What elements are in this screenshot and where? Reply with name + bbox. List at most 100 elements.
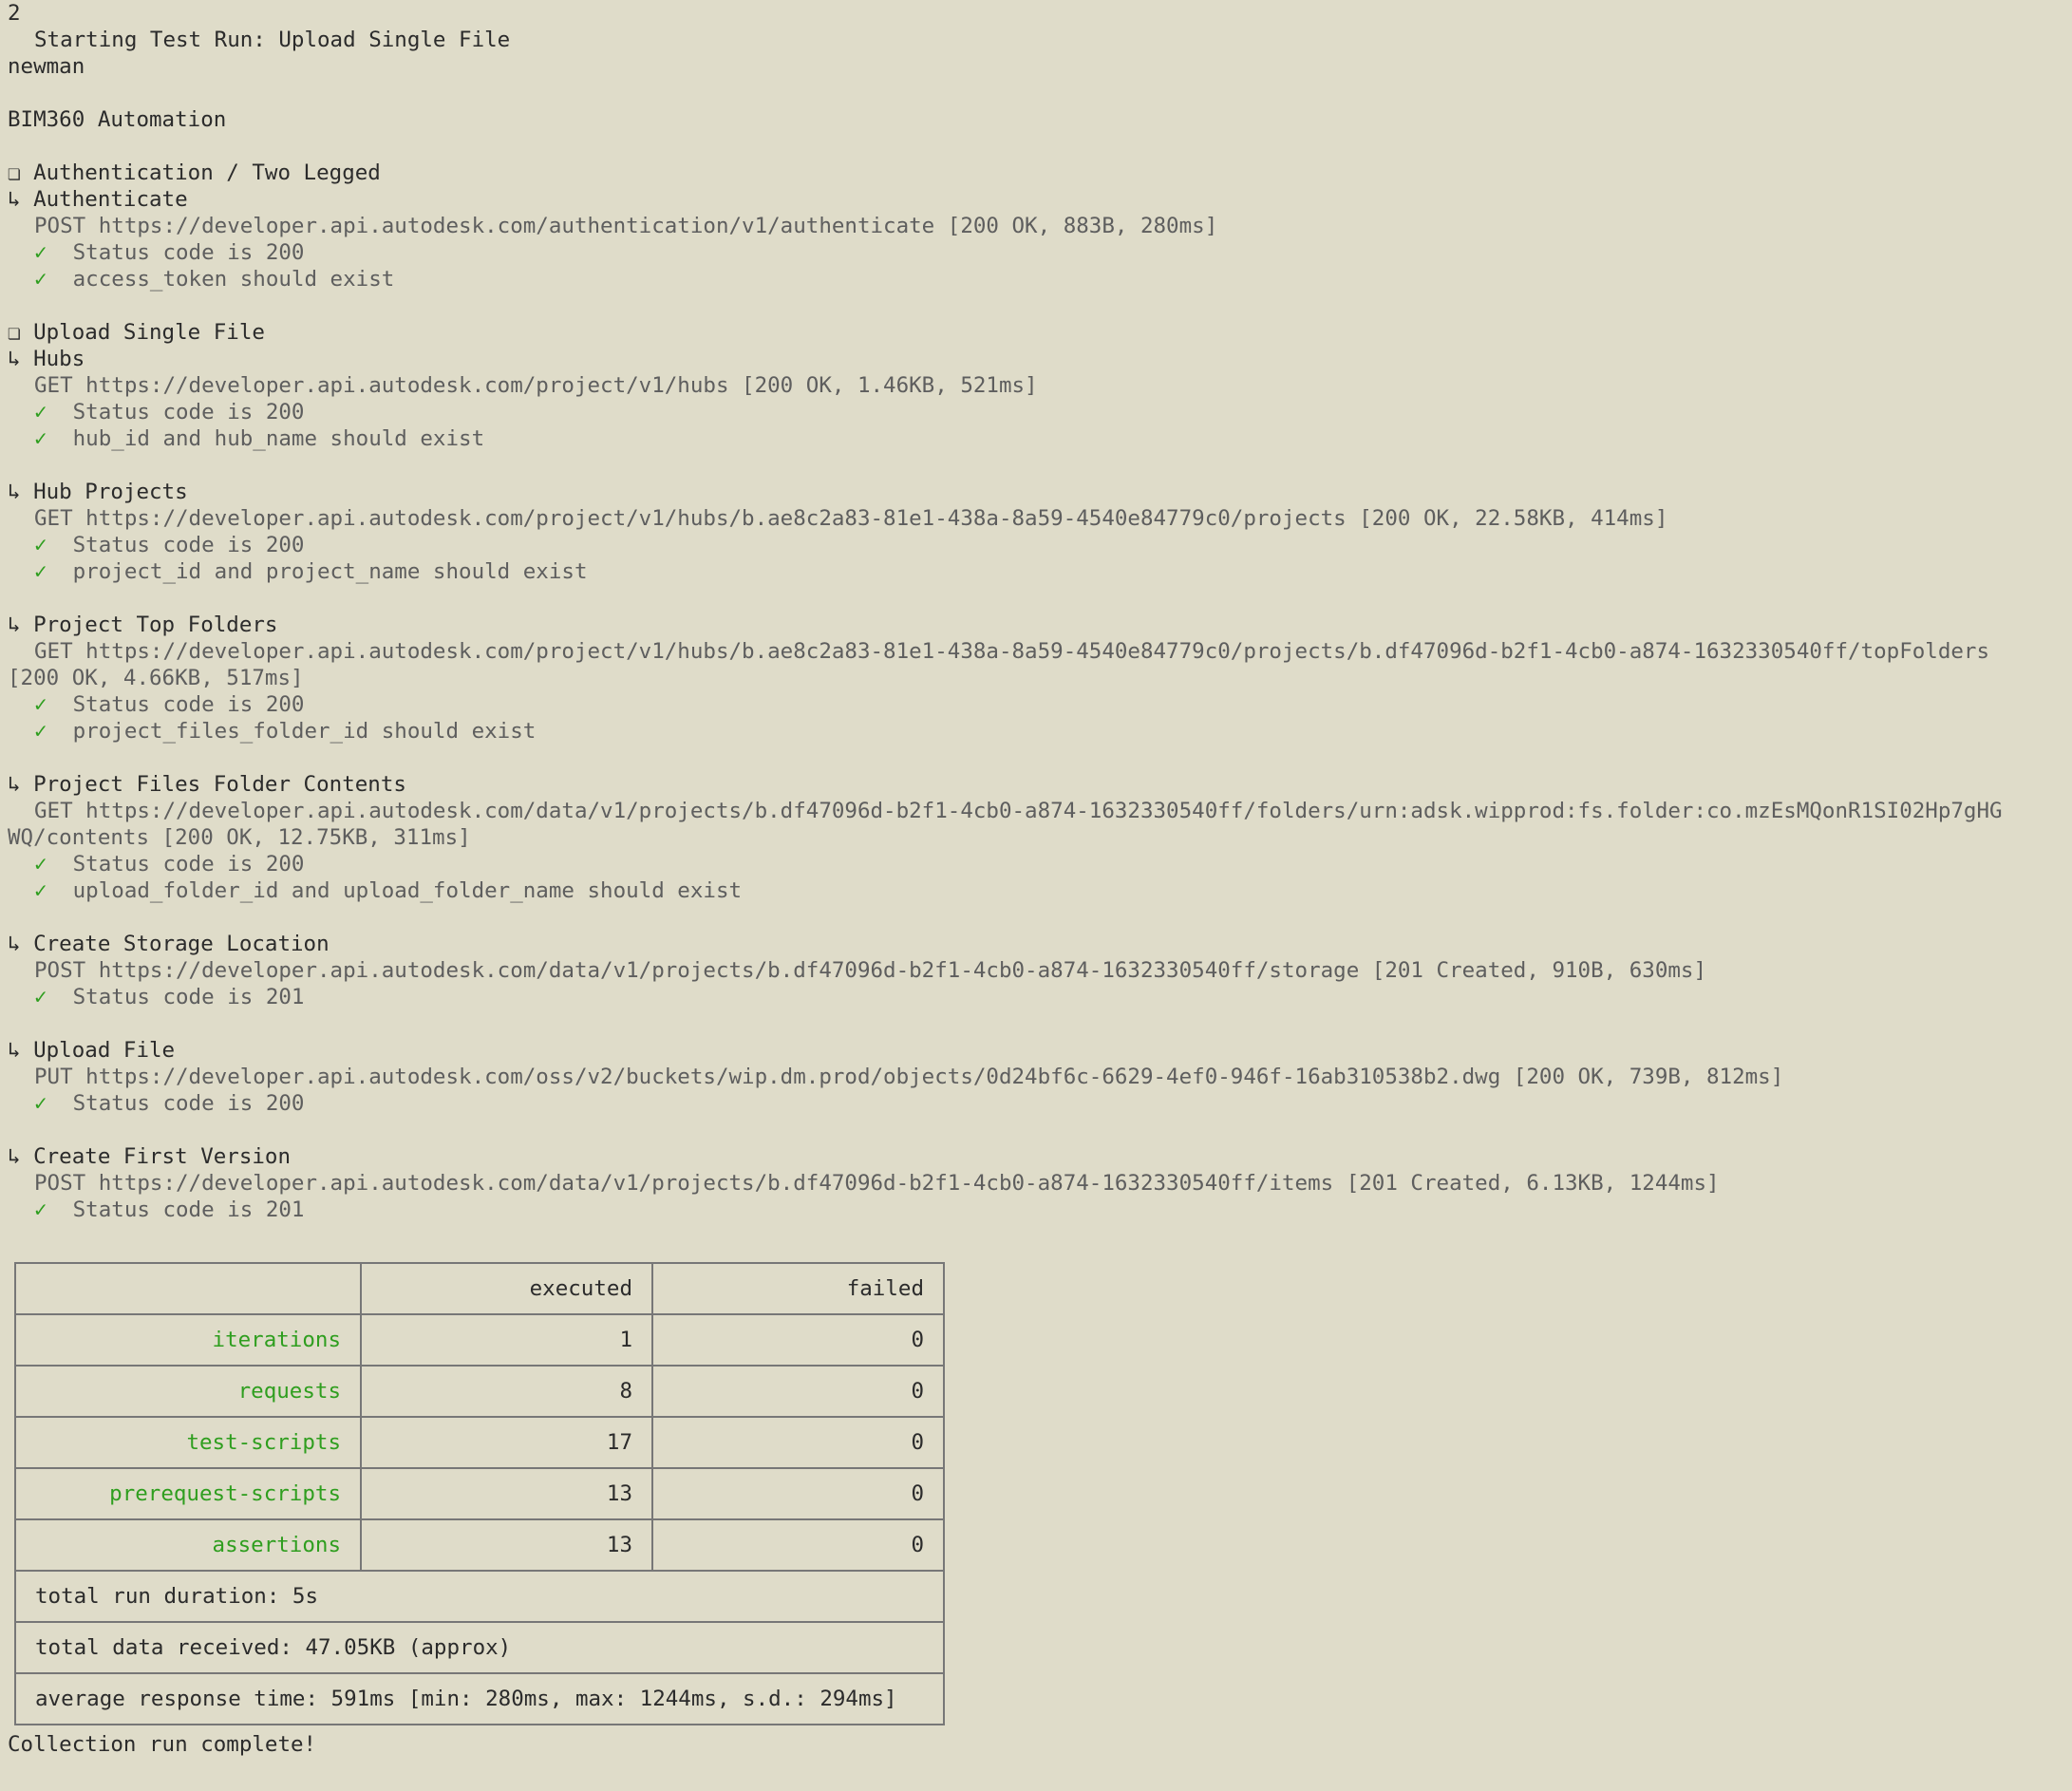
arrow-icon: ↳: [8, 1144, 21, 1169]
arrow-icon: ↳: [8, 772, 21, 797]
summary-row-label: assertions: [14, 1518, 362, 1572]
request-line: GET https://developer.api.autodesk.com/p…: [34, 506, 1668, 531]
request-line: GET https://developer.api.autodesk.com/p…: [34, 639, 1990, 664]
summary-header-cell: failed: [651, 1262, 945, 1315]
check-icon: ✓: [34, 533, 47, 557]
summary-header-row: executed failed: [14, 1262, 945, 1315]
summary-executed: 13: [360, 1467, 653, 1520]
assertion-line: ✓ Status code is 200: [8, 239, 2068, 266]
arrow-icon: ↳: [8, 1038, 21, 1063]
request-name: ↳ Hubs: [8, 346, 2068, 372]
summary-footer-row: average response time: 591ms [min: 280ms…: [14, 1672, 945, 1725]
request-line: GET https://developer.api.autodesk.com/d…: [34, 799, 2003, 823]
request-label: Hubs: [20, 347, 85, 371]
summary-row: test-scripts 17 0: [14, 1416, 945, 1469]
summary-row-label: prerequest-scripts: [14, 1467, 362, 1520]
group-title: Authentication / Two Legged: [20, 160, 381, 185]
summary-failed: 0: [651, 1518, 945, 1572]
arrow-icon: ↳: [8, 932, 21, 956]
summary-executed: 17: [360, 1416, 653, 1469]
assertion-text: project_files_folder_id should exist: [47, 719, 537, 744]
assertion-line: ✓ project_files_folder_id should exist: [8, 718, 2068, 745]
request-name: ↳ Create First Version: [8, 1143, 2068, 1170]
summary-failed: 0: [651, 1416, 945, 1469]
request-name: ↳ Hub Projects: [8, 479, 2068, 505]
summary-row-label: iterations: [14, 1313, 362, 1367]
summary-footer-text: total run duration: 5s: [14, 1570, 945, 1623]
assertion-text: Status code is 200: [47, 852, 305, 877]
check-icon: ✓: [34, 426, 47, 451]
assertion-text: Status code is 200: [47, 400, 305, 424]
summary-row-label: test-scripts: [14, 1416, 362, 1469]
request-name: ↳ Authenticate: [8, 186, 2068, 213]
request-label: Hub Projects: [20, 480, 188, 504]
request-label: Project Top Folders: [20, 613, 278, 637]
arrow-icon: ↳: [8, 187, 21, 212]
check-icon: ✓: [34, 240, 47, 265]
assertion-line: ✓ hub_id and hub_name should exist: [8, 425, 2068, 452]
arrow-icon: ↳: [8, 613, 21, 637]
check-icon: ✓: [34, 559, 47, 584]
assertion-text: hub_id and hub_name should exist: [47, 426, 485, 451]
request-label: Upload File: [20, 1038, 176, 1063]
assertion-line: ✓ project_id and project_name should exi…: [8, 558, 2068, 585]
summary-footer-text: average response time: 591ms [min: 280ms…: [14, 1672, 945, 1725]
summary-footer-row: total run duration: 5s: [14, 1570, 945, 1623]
request-name: ↳ Project Files Folder Contents: [8, 771, 2068, 798]
assertion-text: Status code is 201: [47, 1197, 305, 1222]
line-number: 2: [8, 1, 21, 26]
request-label: Create First Version: [20, 1144, 292, 1169]
tool-name: newman: [8, 54, 85, 79]
check-icon: ✓: [34, 692, 47, 717]
request-line: POST https://developer.api.autodesk.com/…: [34, 214, 1218, 238]
summary-footer-row: total data received: 47.05KB (approx): [14, 1621, 945, 1674]
assertion-line: ✓ Status code is 200: [8, 1090, 2068, 1117]
request-label: Project Files Folder Contents: [20, 772, 406, 797]
assertion-text: Status code is 201: [47, 985, 305, 1009]
request-name: ↳ Upload File: [8, 1037, 2068, 1064]
summary-table: executed failed iterations 1 0 requests 8 0 test…: [14, 1262, 945, 1725]
summary-row: prerequest-scripts 13 0: [14, 1467, 945, 1520]
run-complete-text: Collection run complete!: [8, 1732, 317, 1757]
check-icon: ✓: [34, 267, 47, 292]
check-icon: ✓: [34, 400, 47, 424]
summary-row-label: requests: [14, 1365, 362, 1418]
assertion-text: project_id and project_name should exist: [47, 559, 588, 584]
assertion-text: Status code is 200: [47, 1091, 305, 1116]
summary-failed: 0: [651, 1313, 945, 1367]
summary-footer-text: total data received: 47.05KB (approx): [14, 1621, 945, 1674]
assertion-line: ✓ Status code is 201: [8, 1197, 2068, 1223]
summary-header-cell: executed: [360, 1262, 653, 1315]
collection-name: BIM360 Automation: [8, 107, 227, 132]
group-title: Upload Single File: [20, 320, 265, 345]
check-icon: ✓: [34, 1091, 47, 1116]
check-icon: ✓: [34, 1197, 47, 1222]
test-groups: ❏ Authentication / Two Legged ↳ Authentic…: [8, 160, 2068, 1250]
assertion-line: ✓ access_token should exist: [8, 266, 2068, 292]
assertion-text: Status code is 200: [47, 692, 305, 717]
summary-failed: 0: [651, 1467, 945, 1520]
group-header: ❏ Authentication / Two Legged: [8, 160, 2068, 186]
check-icon: ✓: [34, 985, 47, 1009]
check-icon: ✓: [34, 852, 47, 877]
assertion-line: ✓ Status code is 200: [8, 399, 2068, 425]
arrow-icon: ↳: [8, 347, 21, 371]
summary-header-cell: [14, 1262, 362, 1315]
terminal-output: 2 Starting Test Run: Upload Single File …: [8, 0, 2068, 1758]
summary-executed: 13: [360, 1518, 653, 1572]
assertion-line: ✓ upload_folder_id and upload_folder_nam…: [8, 877, 2068, 904]
request-line: POST https://developer.api.autodesk.com/…: [34, 1171, 1720, 1196]
folder-icon: ❏: [8, 320, 21, 345]
summary-row: requests 8 0: [14, 1365, 945, 1418]
assertion-text: upload_folder_id and upload_folder_name …: [47, 878, 743, 903]
group-header: ❏ Upload Single File: [8, 319, 2068, 346]
request-line-continued: WQ/contents [200 OK, 12.75KB, 311ms]: [8, 825, 471, 850]
request-name: ↳ Create Storage Location: [8, 931, 2068, 957]
arrow-icon: ↳: [8, 480, 21, 504]
folder-icon: ❏: [8, 160, 21, 185]
